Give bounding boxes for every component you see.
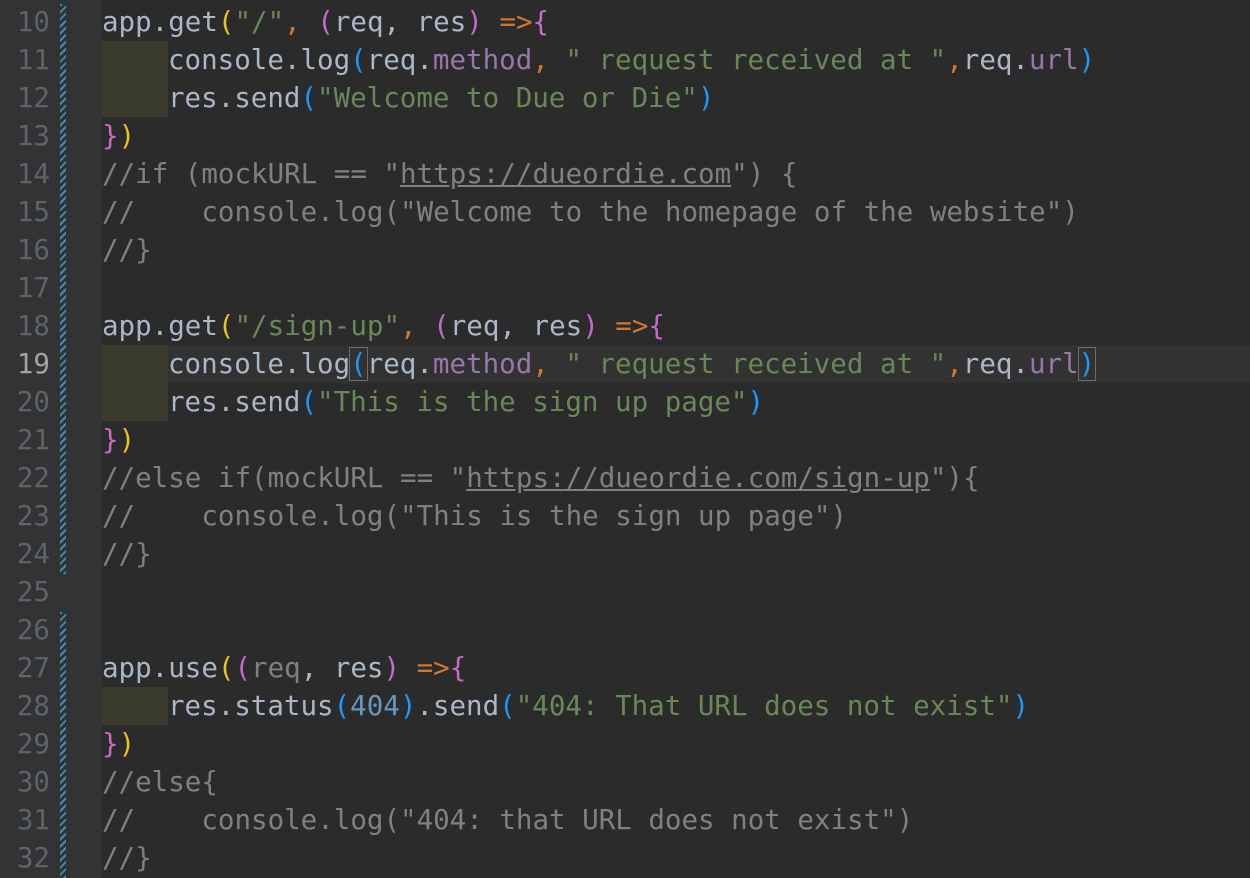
line-number: 18 — [16, 310, 50, 342]
code-text: //} — [102, 842, 152, 874]
code-text: }) — [102, 120, 136, 152]
code-line[interactable]: 30 //else{ — [0, 763, 1250, 801]
code-text: res.status(404).send("404: That URL does… — [102, 687, 1029, 725]
line-number: 16 — [16, 234, 50, 266]
code-text: //} — [102, 234, 152, 266]
indent-guide — [102, 687, 168, 725]
code-text: console.log(req.method, " request receiv… — [102, 345, 1097, 383]
code-text: //} — [102, 538, 152, 570]
code-text: // console.log("This is the sign up page… — [102, 500, 848, 532]
indent-guide — [102, 383, 168, 421]
code-line[interactable]: 26 — [0, 611, 1250, 649]
code-line[interactable]: 24 //} — [0, 535, 1250, 573]
code-line[interactable]: 12 res.send("Welcome to Due or Die") — [0, 79, 1250, 117]
line-number: 22 — [16, 462, 50, 494]
line-number: 19 — [16, 348, 50, 380]
code-line[interactable]: 32 //} — [0, 839, 1250, 877]
line-number: 21 — [16, 424, 50, 456]
code-line[interactable]: 10 app.get("/", (req, res) =>{ — [0, 3, 1250, 41]
line-number: 30 — [16, 766, 50, 798]
code-line[interactable]: 18 app.get("/sign-up", (req, res) =>{ — [0, 307, 1250, 345]
code-line-current[interactable]: 19 console.log(req.method, " request rec… — [0, 345, 1250, 383]
code-line[interactable]: 16 //} — [0, 231, 1250, 269]
code-text: }) — [102, 424, 136, 456]
line-number: 29 — [16, 728, 50, 760]
line-number: 24 — [16, 538, 50, 570]
code-line[interactable]: 21 }) — [0, 421, 1250, 459]
code-text: //else if(mockURL == "https://dueordie.c… — [102, 462, 980, 494]
code-line[interactable]: 11 console.log(req.method, " request rec… — [0, 41, 1250, 79]
code-text: console.log(req.method, " request receiv… — [102, 41, 1095, 79]
line-number: 11 — [16, 44, 50, 76]
line-number: 20 — [16, 386, 50, 418]
line-number: 13 — [16, 120, 50, 152]
code-text: // console.log("404: that URL does not e… — [102, 804, 914, 836]
indent-guide — [102, 345, 168, 383]
line-number: 23 — [16, 500, 50, 532]
code-line[interactable]: 23 // console.log("This is the sign up p… — [0, 497, 1250, 535]
code-line[interactable]: 27 app.use((req, res) =>{ — [0, 649, 1250, 687]
code-text: //if (mockURL == "https://dueordie.com")… — [102, 158, 798, 190]
code-line[interactable]: 20 res.send("This is the sign up page") — [0, 383, 1250, 421]
line-number: 14 — [16, 158, 50, 190]
code-line[interactable]: 29 }) — [0, 725, 1250, 763]
code-line[interactable]: 25 — [0, 573, 1250, 611]
line-number: 28 — [16, 690, 50, 722]
code-text: app.get("/sign-up", (req, res) =>{ — [102, 310, 665, 342]
line-number: 25 — [16, 576, 50, 608]
code-text: res.send("This is the sign up page") — [102, 383, 764, 421]
url-link[interactable]: https://dueordie.com/sign-up — [466, 462, 930, 494]
code-line[interactable]: 28 res.status(404).send("404: That URL d… — [0, 687, 1250, 725]
code-text: app.get("/", (req, res) =>{ — [102, 6, 550, 38]
code-text: // console.log("Welcome to the homepage … — [102, 196, 1079, 228]
code-text: app.use((req, res) =>{ — [102, 652, 467, 684]
line-number: 17 — [16, 272, 50, 304]
line-number: 31 — [16, 804, 50, 836]
line-number: 12 — [16, 82, 50, 114]
code-text: res.send("Welcome to Due or Die") — [102, 79, 714, 117]
code-line[interactable]: 13 }) — [0, 117, 1250, 155]
code-text: }) — [102, 728, 136, 760]
line-number: 32 — [16, 842, 50, 874]
matched-bracket: ) — [1077, 347, 1097, 381]
line-number: 26 — [16, 614, 50, 646]
code-line[interactable]: 15 // console.log("Welcome to the homepa… — [0, 193, 1250, 231]
code-line[interactable]: 31 // console.log("404: that URL does no… — [0, 801, 1250, 839]
line-number: 15 — [16, 196, 50, 228]
matched-bracket: ( — [349, 347, 368, 381]
code-line[interactable]: 17 — [0, 269, 1250, 307]
line-number: 27 — [16, 652, 50, 684]
indent-guide — [102, 41, 168, 79]
code-line[interactable]: 14 //if (mockURL == "https://dueordie.co… — [0, 155, 1250, 193]
indent-guide — [102, 79, 168, 117]
line-number: 10 — [16, 6, 50, 38]
code-line[interactable]: 22 //else if(mockURL == "https://dueordi… — [0, 459, 1250, 497]
url-link[interactable]: https://dueordie.com — [400, 158, 731, 190]
code-text: //else{ — [102, 766, 218, 798]
